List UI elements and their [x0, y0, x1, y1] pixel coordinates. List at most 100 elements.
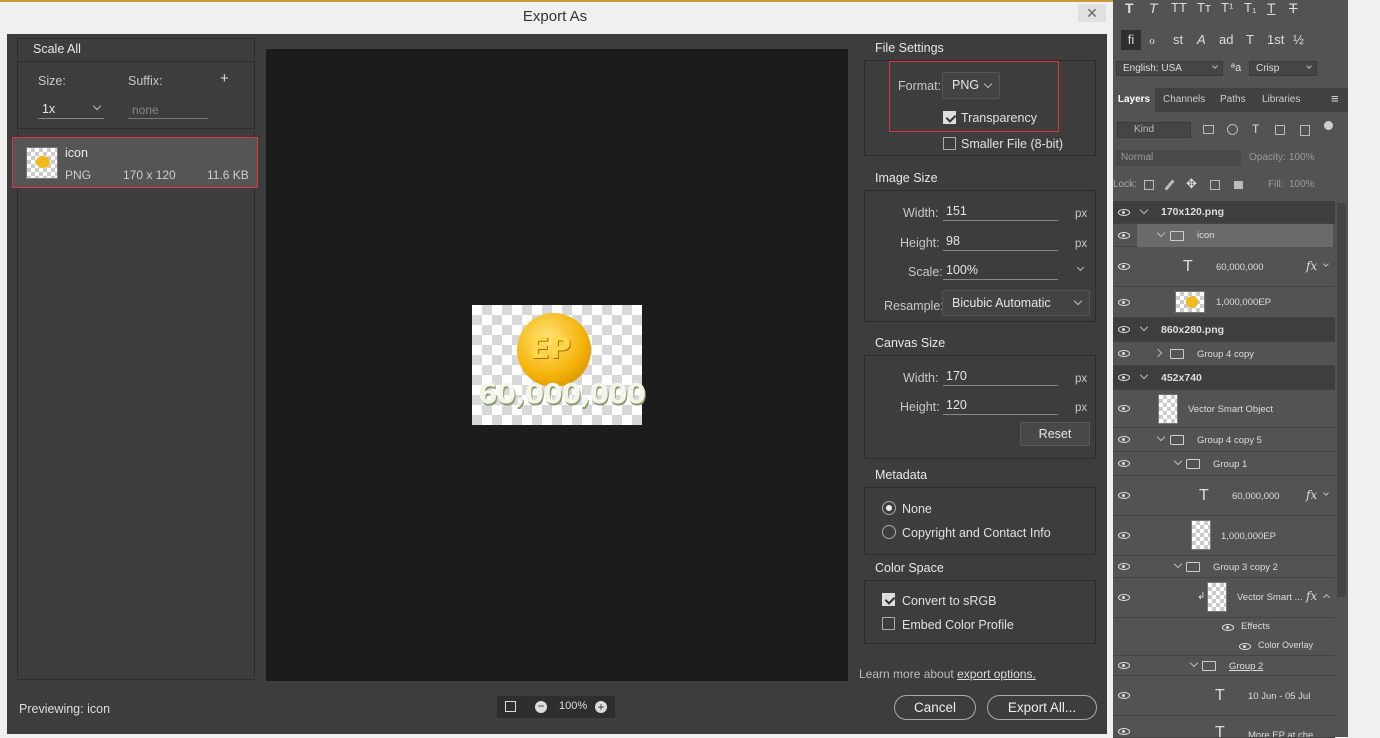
visibility-eye-icon[interactable] [1118, 263, 1130, 270]
suffix-input[interactable]: none [128, 101, 208, 119]
visibility-eye-icon[interactable] [1118, 594, 1130, 601]
canvas-height-input[interactable]: 120 [943, 398, 1058, 415]
chevron-down-icon[interactable] [1323, 261, 1329, 267]
expand-chevron-icon[interactable] [1139, 205, 1149, 215]
visibility-eye-icon[interactable] [1239, 643, 1251, 650]
transparency-checkbox[interactable] [943, 111, 956, 124]
format-select[interactable]: PNG [942, 72, 1000, 99]
layer-filter-select[interactable]: Kind [1117, 122, 1191, 138]
lock-artboard-icon[interactable] [1210, 180, 1220, 190]
layer-row[interactable]: T 60,000,000 fx [1113, 247, 1335, 287]
visibility-eye-icon[interactable] [1118, 374, 1130, 381]
layer-row[interactable]: Group 4 copy [1113, 342, 1335, 366]
visibility-eye-icon[interactable] [1222, 624, 1234, 631]
asset-list-item[interactable]: icon PNG 170 x 120 11.6 KB [12, 137, 258, 188]
visibility-eye-icon[interactable] [1118, 728, 1130, 735]
image-height-input[interactable]: 98 [943, 234, 1058, 251]
metadata-copyright-radio[interactable] [882, 525, 896, 539]
visibility-eye-icon[interactable] [1118, 662, 1130, 669]
type-style-btn-2[interactable]: TT [1171, 0, 1187, 15]
fit-icon[interactable] [505, 701, 516, 712]
opentype-btn-2[interactable]: st [1173, 32, 1183, 47]
layer-row[interactable]: Group 3 copy 2 [1113, 556, 1335, 578]
layers-scrollbar[interactable] [1337, 203, 1346, 597]
fx-icon[interactable]: fx [1306, 259, 1317, 273]
tab-channels[interactable]: Channels [1163, 94, 1205, 105]
fx-icon[interactable]: fx [1306, 589, 1317, 603]
tab-libraries[interactable]: Libraries [1262, 94, 1300, 105]
layer-row[interactable]: 170x120.png [1113, 201, 1335, 224]
layer-row[interactable]: ↲ Vector Smart ... fx [1113, 578, 1335, 618]
fx-icon[interactable]: fx [1306, 488, 1317, 502]
metadata-none-radio[interactable] [882, 501, 896, 515]
type-style-btn-4[interactable]: T¹ [1221, 0, 1233, 15]
visibility-eye-icon[interactable] [1118, 232, 1130, 239]
add-scale-button[interactable]: + [220, 70, 229, 87]
preview-canvas[interactable]: EP 60,000,000 [266, 49, 848, 681]
scale-dropdown-icon[interactable] [1076, 263, 1085, 272]
lock-pixels-icon[interactable] [1164, 179, 1175, 191]
lock-transparent-icon[interactable] [1144, 180, 1154, 190]
opentype-btn-4[interactable]: ad [1219, 32, 1233, 47]
visibility-eye-icon[interactable] [1118, 405, 1130, 412]
type-filter-icon[interactable]: T [1252, 122, 1259, 136]
smart-filter-icon[interactable] [1300, 125, 1310, 136]
visibility-eye-icon[interactable] [1118, 436, 1130, 443]
canvas-width-input[interactable]: 170 [943, 369, 1058, 386]
resample-select[interactable]: Bicubic Automatic [942, 290, 1090, 316]
antialias-select[interactable]: Crisp [1249, 61, 1317, 76]
type-style-btn-1[interactable]: T [1149, 0, 1158, 16]
layer-row[interactable]: 1,000,000EP [1113, 287, 1335, 318]
opentype-btn-6[interactable]: 1st [1267, 32, 1284, 47]
type-style-btn-5[interactable]: T₁ [1244, 0, 1256, 15]
expand-chevron-icon[interactable] [1156, 432, 1166, 442]
visibility-eye-icon[interactable] [1118, 563, 1130, 570]
opentype-btn-5[interactable]: T [1246, 32, 1254, 47]
opentype-btn-7[interactable]: ½ [1293, 32, 1304, 47]
type-style-btn-3[interactable]: Tт [1197, 0, 1211, 15]
visibility-eye-icon[interactable] [1118, 492, 1130, 499]
image-filter-icon[interactable] [1203, 125, 1214, 134]
reset-button[interactable]: Reset [1020, 422, 1090, 446]
layer-row[interactable]: T 10 Jun - 05 Jul [1113, 676, 1335, 716]
visibility-eye-icon[interactable] [1118, 532, 1130, 539]
export-options-link[interactable]: export options. [957, 667, 1036, 681]
tab-layers[interactable]: Layers [1113, 88, 1155, 112]
layer-row[interactable]: icon [1113, 224, 1335, 247]
zoom-in-icon[interactable]: + [595, 701, 607, 713]
embed-profile-checkbox[interactable] [882, 617, 895, 630]
visibility-eye-icon[interactable] [1118, 299, 1130, 306]
visibility-eye-icon[interactable] [1118, 460, 1130, 467]
collapse-chevron-icon[interactable] [1153, 348, 1163, 358]
opentype-btn-1[interactable]: ℴ [1149, 32, 1155, 48]
expand-chevron-icon[interactable] [1139, 370, 1149, 380]
layer-row[interactable]: 452x740 [1113, 366, 1335, 390]
opacity-value[interactable]: 100% [1289, 152, 1315, 163]
type-style-btn-7[interactable]: T [1289, 0, 1298, 16]
layer-row[interactable]: Group 1 [1113, 452, 1335, 476]
convert-srgb-checkbox[interactable] [882, 593, 895, 606]
expand-chevron-icon[interactable] [1173, 456, 1183, 466]
close-button[interactable]: ✕ [1078, 4, 1106, 22]
zoom-out-icon[interactable]: − [535, 700, 547, 713]
layer-effect-row[interactable]: Color Overlay [1113, 637, 1335, 656]
scale-input[interactable]: 100% [943, 263, 1058, 280]
visibility-eye-icon[interactable] [1118, 692, 1130, 699]
visibility-eye-icon[interactable] [1118, 350, 1130, 357]
layer-row[interactable]: T 60,000,000 fx [1113, 476, 1335, 516]
cancel-button[interactable]: Cancel [894, 695, 976, 720]
size-select[interactable]: 1x [38, 101, 104, 119]
chevron-up-icon[interactable] [1322, 593, 1331, 602]
layer-row[interactable]: 860x280.png [1113, 318, 1335, 342]
opentype-btn-0[interactable]: fi [1121, 30, 1141, 50]
visibility-eye-icon[interactable] [1118, 209, 1130, 216]
title-bar[interactable]: Export As ✕ [0, 2, 1110, 32]
filter-toggle-icon[interactable] [1324, 121, 1333, 130]
image-width-input[interactable]: 151 [943, 204, 1058, 221]
tab-paths[interactable]: Paths [1220, 94, 1246, 105]
layer-row[interactable]: T More EP at che... [1113, 716, 1335, 738]
lock-position-icon[interactable]: ✥ [1186, 176, 1197, 192]
layer-row[interactable]: Group 2 [1113, 656, 1335, 676]
expand-chevron-icon[interactable] [1189, 658, 1199, 668]
layer-row[interactable]: 1,000,000EP [1113, 516, 1335, 556]
